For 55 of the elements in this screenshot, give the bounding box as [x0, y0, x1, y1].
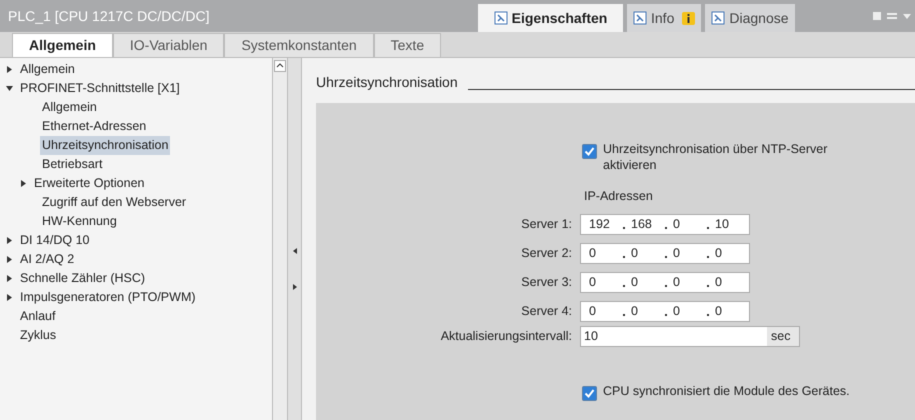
tree-item[interactable]: Anlauf [18, 307, 58, 326]
ip-octet: 0 [631, 244, 639, 262]
checkbox-label: CPU synchronisiert die Module des Gerätes. [603, 382, 850, 399]
ip-octet: 10 [715, 216, 730, 233]
section-title: Uhrzeitsynchronisation [316, 73, 458, 92]
ip-octet: 0 [673, 244, 681, 262]
tree-item[interactable]: Uhrzeitsynchronisation [40, 136, 170, 155]
ip-address-field[interactable]: 0 0 0 0 [580, 242, 750, 264]
tree-item[interactable]: Impulsgeneratoren (PTO/PWM) [18, 288, 198, 307]
tree-item[interactable]: Ethernet-Adressen [40, 117, 148, 136]
checkbox-label: Uhrzeitsynchronisation über NTP-Server aktivieren [603, 141, 828, 173]
server-label: Server 4: [520, 302, 573, 320]
tree-item[interactable]: Allgemein [18, 60, 77, 79]
tab[interactable]: IO-Variablen [112, 33, 224, 57]
tree-item[interactable]: PROFINET-Schnittstelle [X1] [18, 79, 182, 98]
tree-item[interactable]: Erweiterte Optionen [32, 174, 146, 193]
tree-item[interactable]: Schnelle Zähler (HSC) [18, 269, 148, 288]
tree-item[interactable]: Allgemein [40, 98, 99, 117]
ip-octet: 0 [715, 302, 723, 320]
window-title: PLC_1 [CPU 1217C DC/DC/DC] [8, 6, 211, 26]
tab[interactable]: Allgemein [12, 33, 113, 57]
ip-octet: 168 [631, 216, 653, 233]
ip-octet: 0 [589, 274, 597, 291]
tab[interactable]: Systemkonstanten [224, 33, 374, 57]
server-label: Server 1: [520, 216, 573, 233]
server-label: Server 2: [520, 244, 573, 262]
ip-octet: 0 [631, 302, 639, 320]
tab[interactable]: Texte [374, 33, 442, 57]
tree-item[interactable]: AI 2/AQ 2 [18, 250, 76, 269]
ip-address-field[interactable]: 192 168 0 10 [580, 214, 750, 235]
tree-item[interactable]: Zyklus [18, 326, 58, 345]
unit-label: sec [767, 326, 799, 346]
ip-octet: 0 [673, 216, 681, 233]
tree-item[interactable]: DI 14/DQ 10 [18, 231, 92, 250]
ip-octet: 0 [631, 274, 639, 291]
ip-octet: 0 [715, 244, 723, 262]
interval-value: 10 [583, 328, 599, 345]
inspector-tab[interactable]: Diagnose [705, 4, 795, 32]
ip-octet: 0 [715, 274, 723, 291]
ip-octet: 192 [589, 216, 611, 233]
ip-addresses-heading: IP-Adressen [584, 188, 653, 205]
interval-label: Aktualisierungsintervall: [440, 328, 573, 345]
ip-octet: 0 [589, 302, 597, 320]
tree-item[interactable]: HW-Kennung [40, 212, 119, 231]
tree-item[interactable]: Betriebsart [40, 155, 104, 174]
ip-octet: 0 [673, 302, 681, 320]
ip-address-field[interactable]: 0 0 0 0 [580, 272, 750, 293]
tree-item[interactable]: Zugriff auf den Webserver [40, 193, 188, 212]
interval-field[interactable]: 10 sec [580, 326, 800, 347]
ip-octet: 0 [673, 274, 681, 291]
inspector-tab[interactable]: Eigenschaften [478, 4, 623, 32]
server-label: Server 3: [520, 274, 573, 291]
ip-address-field[interactable]: 0 0 0 0 [580, 300, 750, 322]
ip-octet: 0 [589, 244, 597, 262]
inspector-tab[interactable]: Info [627, 4, 702, 32]
